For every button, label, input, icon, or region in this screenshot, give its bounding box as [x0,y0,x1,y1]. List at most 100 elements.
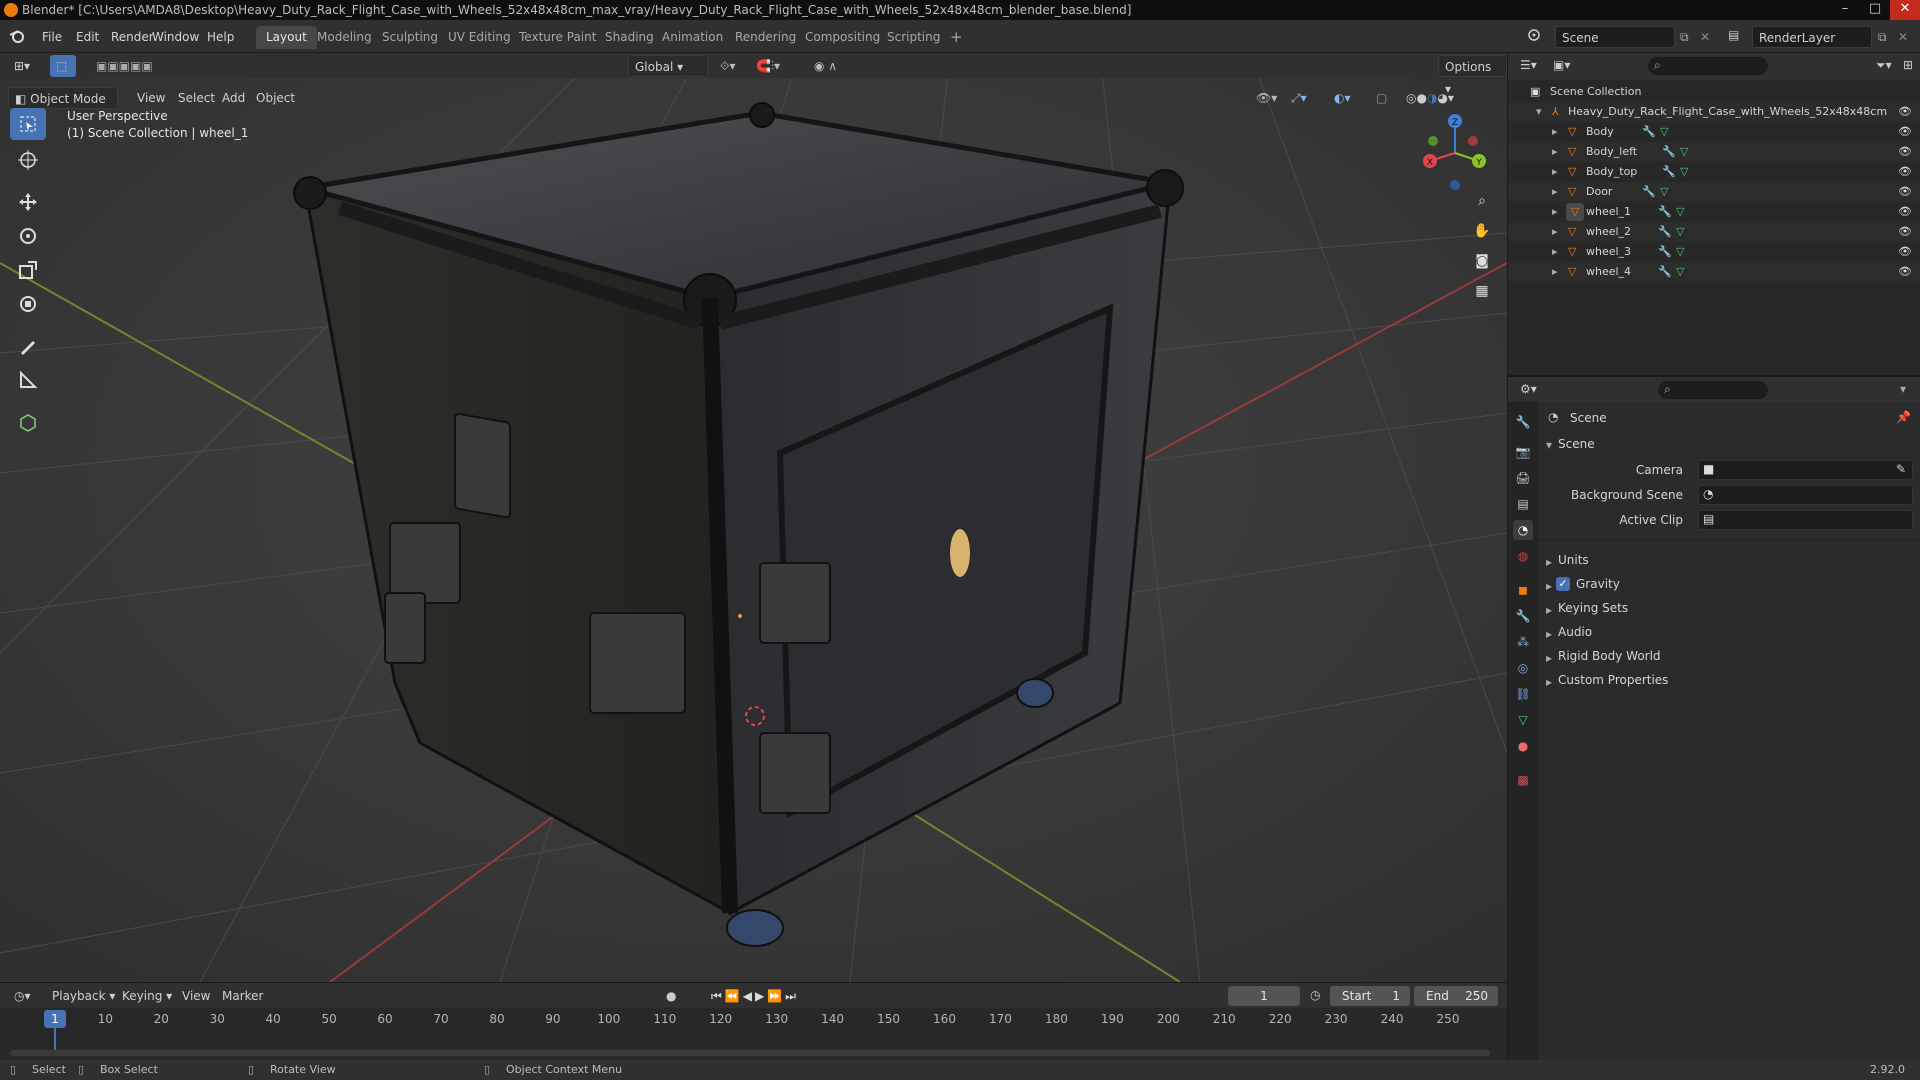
scale-tool-icon[interactable] [10,254,46,286]
selection-mode-icons[interactable]: ▣▣▣▣▣ [90,55,159,77]
scene-tab-icon[interactable]: ◔ [1513,520,1533,540]
outliner-editor-type-icon[interactable]: ☰▾ [1520,58,1537,72]
expand-arrow-icon[interactable]: ▸ [1552,242,1558,262]
panel-expand-icon[interactable]: ▸ [1546,627,1552,641]
menu-playback[interactable]: Playback ▾ [46,985,121,1007]
timeline[interactable]: 1 10 20 30 40 50 60 70 80 90 100 110 120 130 140 150 160… [0,1008,1507,1060]
camera-field[interactable]: ■ ✎ [1698,460,1913,480]
frame-ruler[interactable]: 1 10 20 30 40 50 60 70 80 90 100 110 120 130 140 150 160… [0,1008,1507,1028]
xray-icon[interactable]: ▢ [1370,87,1393,109]
particles-tab-icon[interactable]: ⁂ [1513,632,1533,652]
visibility-eye-icon[interactable]: 👁 [1898,182,1912,202]
expand-arrow-icon[interactable]: ▸ [1552,222,1558,242]
panel-expand-icon[interactable]: ▾ [1546,438,1552,452]
maximize-button[interactable]: □ [1860,0,1890,20]
visibility-eye-icon[interactable]: 👁 [1898,162,1912,182]
panel-expand-icon[interactable]: ▸ [1546,651,1552,665]
tool-tab-icon[interactable]: 🔧 [1513,412,1533,432]
texture-tab-icon[interactable]: ▩ [1513,770,1533,790]
pan-hand-icon[interactable]: ✋ [1470,223,1494,247]
start-frame-field[interactable]: Start 1 [1330,986,1410,1006]
blender-menu-icon[interactable] [8,28,26,44]
transform-orientation-dropdown[interactable]: Global ▾ [628,55,708,77]
remove-view-layer-icon[interactable]: ✕ [1898,30,1908,44]
tab-animation[interactable]: Animation [652,26,733,49]
cursor-tool-icon[interactable] [10,144,46,176]
annotate-tool-icon[interactable] [10,330,46,362]
menu-view[interactable]: View [131,87,171,109]
panel-scene-header[interactable]: Scene [1558,433,1595,455]
mode-dropdown[interactable]: ◧ Object Mode ▾ [8,87,118,128]
eyedropper-icon[interactable]: ✎ [1896,462,1906,476]
outliner-row-wheel-4[interactable]: ▸ ▽ wheel_4 🔧 ▽ 👁 [1508,262,1920,282]
panel-units-header[interactable]: Units [1558,549,1589,571]
new-view-layer-icon[interactable]: ⧉ [1878,30,1887,45]
outliner-row-wheel-2[interactable]: ▸ ▽ wheel_2 🔧 ▽ 👁 [1508,222,1920,242]
add-cube-tool-icon[interactable] [10,406,46,438]
panel-expand-icon[interactable]: ▸ [1546,555,1552,569]
snapping-icon[interactable]: 🧲⫶▾ [750,55,786,77]
outliner-row-wheel-3[interactable]: ▸ ▽ wheel_3 🔧 ▽ 👁 [1508,242,1920,262]
minimize-button[interactable]: – [1830,0,1860,20]
overlay-toggle-icon[interactable]: ◐▾ [1328,87,1357,109]
visibility-eye-icon[interactable]: 👁 [1898,142,1912,162]
menu-file[interactable]: File [36,26,68,48]
panel-expand-icon[interactable]: ▸ [1546,579,1552,593]
select-box-tool-icon[interactable] [10,108,46,140]
navigation-gizmo[interactable]: Z X Y [1415,113,1495,193]
camera-view-icon[interactable]: ◙ [1470,253,1494,277]
transform-tool-icon[interactable] [10,288,46,320]
rotate-tool-icon[interactable] [10,220,46,252]
tab-compositing[interactable]: Compositing [795,26,890,49]
visibility-eye-icon[interactable]: 👁 [1898,122,1912,142]
visibility-eye-icon[interactable]: 👁 [1898,222,1912,242]
display-mode-icon[interactable]: ▣▾ [1553,58,1570,72]
tab-modeling[interactable]: Modeling [307,26,382,49]
close-button[interactable]: ✕ [1890,0,1920,20]
properties-options-icon[interactable]: ▾ [1900,382,1906,396]
output-tab-icon[interactable]: 🖨 [1513,468,1533,488]
gizmo-toggle-icon[interactable]: ⤢▾ [1285,87,1313,109]
visibility-eye-icon[interactable]: 👁 [1898,102,1912,122]
playback-controls[interactable]: ⏮⏪◀▶⏩⏭ [705,985,805,1007]
menu-add[interactable]: Add [216,87,251,109]
gravity-checkbox[interactable]: ✓ [1556,577,1570,591]
data-tab-icon[interactable]: ▽ [1513,710,1533,730]
add-workspace-button[interactable]: + [940,26,973,49]
expand-arrow-icon[interactable]: ▸ [1552,142,1558,162]
filter-icon[interactable]: ⏷▾ [1876,58,1892,73]
options-dropdown[interactable]: Options ▾ [1438,55,1507,96]
panel-expand-icon[interactable]: ▸ [1546,675,1552,689]
menu-marker[interactable]: Marker [216,985,269,1007]
current-frame-field[interactable]: 1 [1228,986,1300,1006]
material-tab-icon[interactable]: ● [1513,736,1533,756]
panel-custom-properties-header[interactable]: Custom Properties [1558,669,1668,691]
outliner-row-door[interactable]: ▸ ▽ Door 🔧 ▽ 👁 [1508,182,1920,202]
menu-select[interactable]: Select [172,87,221,109]
pivot-point-icon[interactable]: ⟐▾ [714,55,741,77]
outliner-row-body-left[interactable]: ▸ ▽ Body_left 🔧 ▽ 👁 [1508,142,1920,162]
3d-viewport[interactable]: User Perspective (1) Scene Collection | … [0,53,1507,982]
outliner-row-collection[interactable]: ▾ ⅄ Heavy_Duty_Rack_Flight_Case_with_Whe… [1508,102,1920,122]
panel-gravity-header[interactable]: Gravity [1576,573,1620,595]
expand-arrow-icon[interactable]: ▸ [1552,162,1558,182]
properties-search-input[interactable]: ⌕ [1658,381,1768,399]
background-scene-field[interactable]: ◔ [1698,485,1913,505]
menu-timeline-view[interactable]: View [176,985,216,1007]
timeline-scrollbar[interactable] [10,1050,1490,1056]
properties-editor-type-icon[interactable]: ⚙▾ [1520,382,1537,396]
new-scene-icon[interactable]: ⧉ [1680,30,1689,45]
visibility-icon[interactable]: 👁▾ [1250,87,1283,109]
visibility-eye-icon[interactable]: 👁 [1898,262,1912,282]
constraints-tab-icon[interactable]: ⛓ [1513,684,1533,704]
end-frame-field[interactable]: End 250 [1414,986,1498,1006]
modifier-tab-icon[interactable]: 🔧 [1513,606,1533,626]
outliner-row-scene-collection[interactable]: ▣ Scene Collection [1508,82,1920,102]
panel-audio-header[interactable]: Audio [1558,621,1592,643]
menu-window[interactable]: Window [146,26,205,48]
render-tab-icon[interactable]: 📷 [1513,442,1533,462]
expand-arrow-icon[interactable]: ▸ [1552,182,1558,202]
view-layer-tab-icon[interactable]: ▤ [1513,494,1533,514]
proportional-editing-icon[interactable]: ◉ ∧ [808,55,843,77]
menu-edit[interactable]: Edit [70,26,105,48]
